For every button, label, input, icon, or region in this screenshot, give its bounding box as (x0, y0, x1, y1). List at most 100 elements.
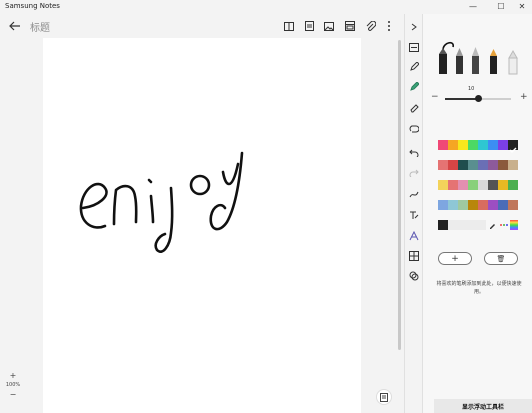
ballpoint-pen-icon[interactable] (456, 48, 463, 74)
more-colors-icon[interactable] (498, 220, 509, 230)
size-increase-button[interactable]: + (520, 92, 528, 102)
delete-preset-button[interactable]: 🗑 (484, 252, 518, 265)
handwriting-to-text-icon[interactable] (408, 230, 420, 242)
app-title: Samsung Notes (5, 2, 60, 10)
color-swatch[interactable] (508, 180, 518, 190)
note-page[interactable] (43, 38, 361, 413)
selected-color-swatch[interactable] (508, 140, 518, 153)
color-swatch[interactable] (458, 200, 468, 210)
color-swatch[interactable] (448, 200, 458, 210)
color-row (438, 140, 518, 153)
color-swatch[interactable] (488, 200, 498, 210)
pen-size-slider-fill (445, 98, 478, 100)
redo-icon[interactable] (408, 167, 420, 179)
undo-icon[interactable] (408, 147, 420, 159)
note-title[interactable]: 标题 (30, 19, 50, 34)
color-swatch[interactable] (478, 180, 488, 190)
color-row (438, 180, 518, 190)
color-swatch[interactable] (458, 140, 468, 150)
note-toolbar: 标题 (0, 14, 404, 38)
zoom-out-button[interactable]: − (4, 390, 22, 400)
app-window: Samsung Notes — ☐ ✕ 标题 + 100% − 10 − + +… (0, 0, 532, 413)
insert-table-icon[interactable] (408, 250, 420, 262)
color-swatch[interactable] (478, 140, 488, 150)
color-row (438, 160, 518, 170)
color-swatch[interactable] (508, 200, 518, 210)
tool-sidebar (404, 14, 422, 413)
color-swatch[interactable] (468, 140, 478, 150)
color-swatch[interactable] (468, 180, 478, 190)
calligraphy-pen-icon[interactable] (490, 49, 497, 74)
lasso-icon[interactable] (408, 123, 420, 135)
pen-types (437, 36, 523, 78)
color-swatch[interactable] (498, 180, 508, 190)
color-swatch[interactable] (448, 160, 458, 170)
eyedropper-icon[interactable] (489, 220, 499, 230)
shape-pen-icon[interactable] (408, 188, 420, 200)
color-swatch[interactable] (498, 160, 508, 170)
minimize-button[interactable]: — (462, 1, 484, 13)
color-swatch[interactable] (508, 160, 518, 170)
color-swatch[interactable] (498, 140, 508, 150)
collapse-panel-icon[interactable] (408, 21, 420, 33)
color-swatch[interactable] (438, 200, 448, 210)
color-swatch[interactable] (448, 180, 458, 190)
color-swatch[interactable] (488, 180, 498, 190)
image-icon[interactable] (322, 19, 336, 33)
custom-color-row (438, 220, 518, 230)
color-spectrum-icon[interactable] (510, 220, 518, 230)
attachment-icon[interactable] (364, 19, 378, 33)
eraser-icon[interactable] (408, 102, 420, 114)
layers-icon[interactable] (408, 270, 420, 282)
color-swatch[interactable] (478, 160, 488, 170)
add-page-button[interactable] (376, 389, 392, 405)
book-view-icon[interactable] (282, 19, 296, 33)
color-swatch[interactable] (468, 200, 478, 210)
marker-icon[interactable] (508, 49, 518, 75)
text-to-shape-icon[interactable] (408, 209, 420, 221)
color-swatch[interactable] (498, 200, 508, 210)
color-swatch[interactable] (438, 160, 448, 170)
handwriting-drawing (79, 151, 244, 253)
pen-size-control: 10 − + (431, 86, 528, 106)
template-icon[interactable] (343, 19, 357, 33)
color-swatch[interactable] (458, 180, 468, 190)
select-text-icon[interactable] (408, 41, 420, 53)
text-note-icon[interactable] (302, 19, 316, 33)
pen-size-value: 10 (468, 86, 475, 92)
color-swatch[interactable] (438, 180, 448, 190)
fountain-pen-icon[interactable] (439, 41, 454, 74)
more-options-icon[interactable] (382, 19, 396, 33)
page-icon (380, 392, 388, 402)
color-swatch[interactable] (438, 140, 448, 150)
zoom-level: 100% (5, 382, 21, 388)
color-swatch[interactable] (468, 160, 478, 170)
preset-buttons: + 🗑 (438, 252, 518, 266)
preset-hint-text: 将喜欢的笔刷添加到此处，以便快速使用。 (436, 281, 522, 295)
pencil-icon[interactable] (472, 47, 479, 74)
back-arrow-icon[interactable] (8, 19, 22, 33)
color-swatch[interactable] (448, 140, 458, 150)
color-palette (438, 140, 518, 230)
add-preset-button[interactable]: + (438, 252, 472, 265)
pen-size-slider-thumb[interactable] (474, 95, 482, 102)
empty-custom-slots (447, 220, 486, 230)
zoom-controls: + 100% − (4, 371, 22, 400)
highlighter-icon[interactable] (408, 81, 420, 93)
zoom-in-button[interactable]: + (4, 371, 22, 381)
color-swatch[interactable] (458, 160, 468, 170)
custom-color-swatch[interactable] (438, 220, 448, 230)
color-swatch[interactable] (488, 140, 498, 150)
color-swatch[interactable] (488, 160, 498, 170)
title-bar: Samsung Notes — ☐ ✕ (0, 0, 532, 14)
size-decrease-button[interactable]: − (431, 92, 439, 102)
color-row (438, 200, 518, 210)
color-swatch[interactable] (478, 200, 488, 210)
close-button[interactable]: ✕ (511, 1, 532, 13)
check-icon (509, 147, 517, 153)
vertical-scrollbar[interactable] (398, 40, 401, 350)
pen-settings-panel: 10 − + + 🗑 将喜欢的笔刷添加到此处，以便快速使用。 (422, 14, 532, 413)
maximize-button[interactable]: ☐ (490, 1, 512, 13)
pen-icon[interactable] (408, 61, 420, 73)
show-floating-toolbar-button[interactable]: 显示浮动工具栏 (434, 399, 532, 413)
